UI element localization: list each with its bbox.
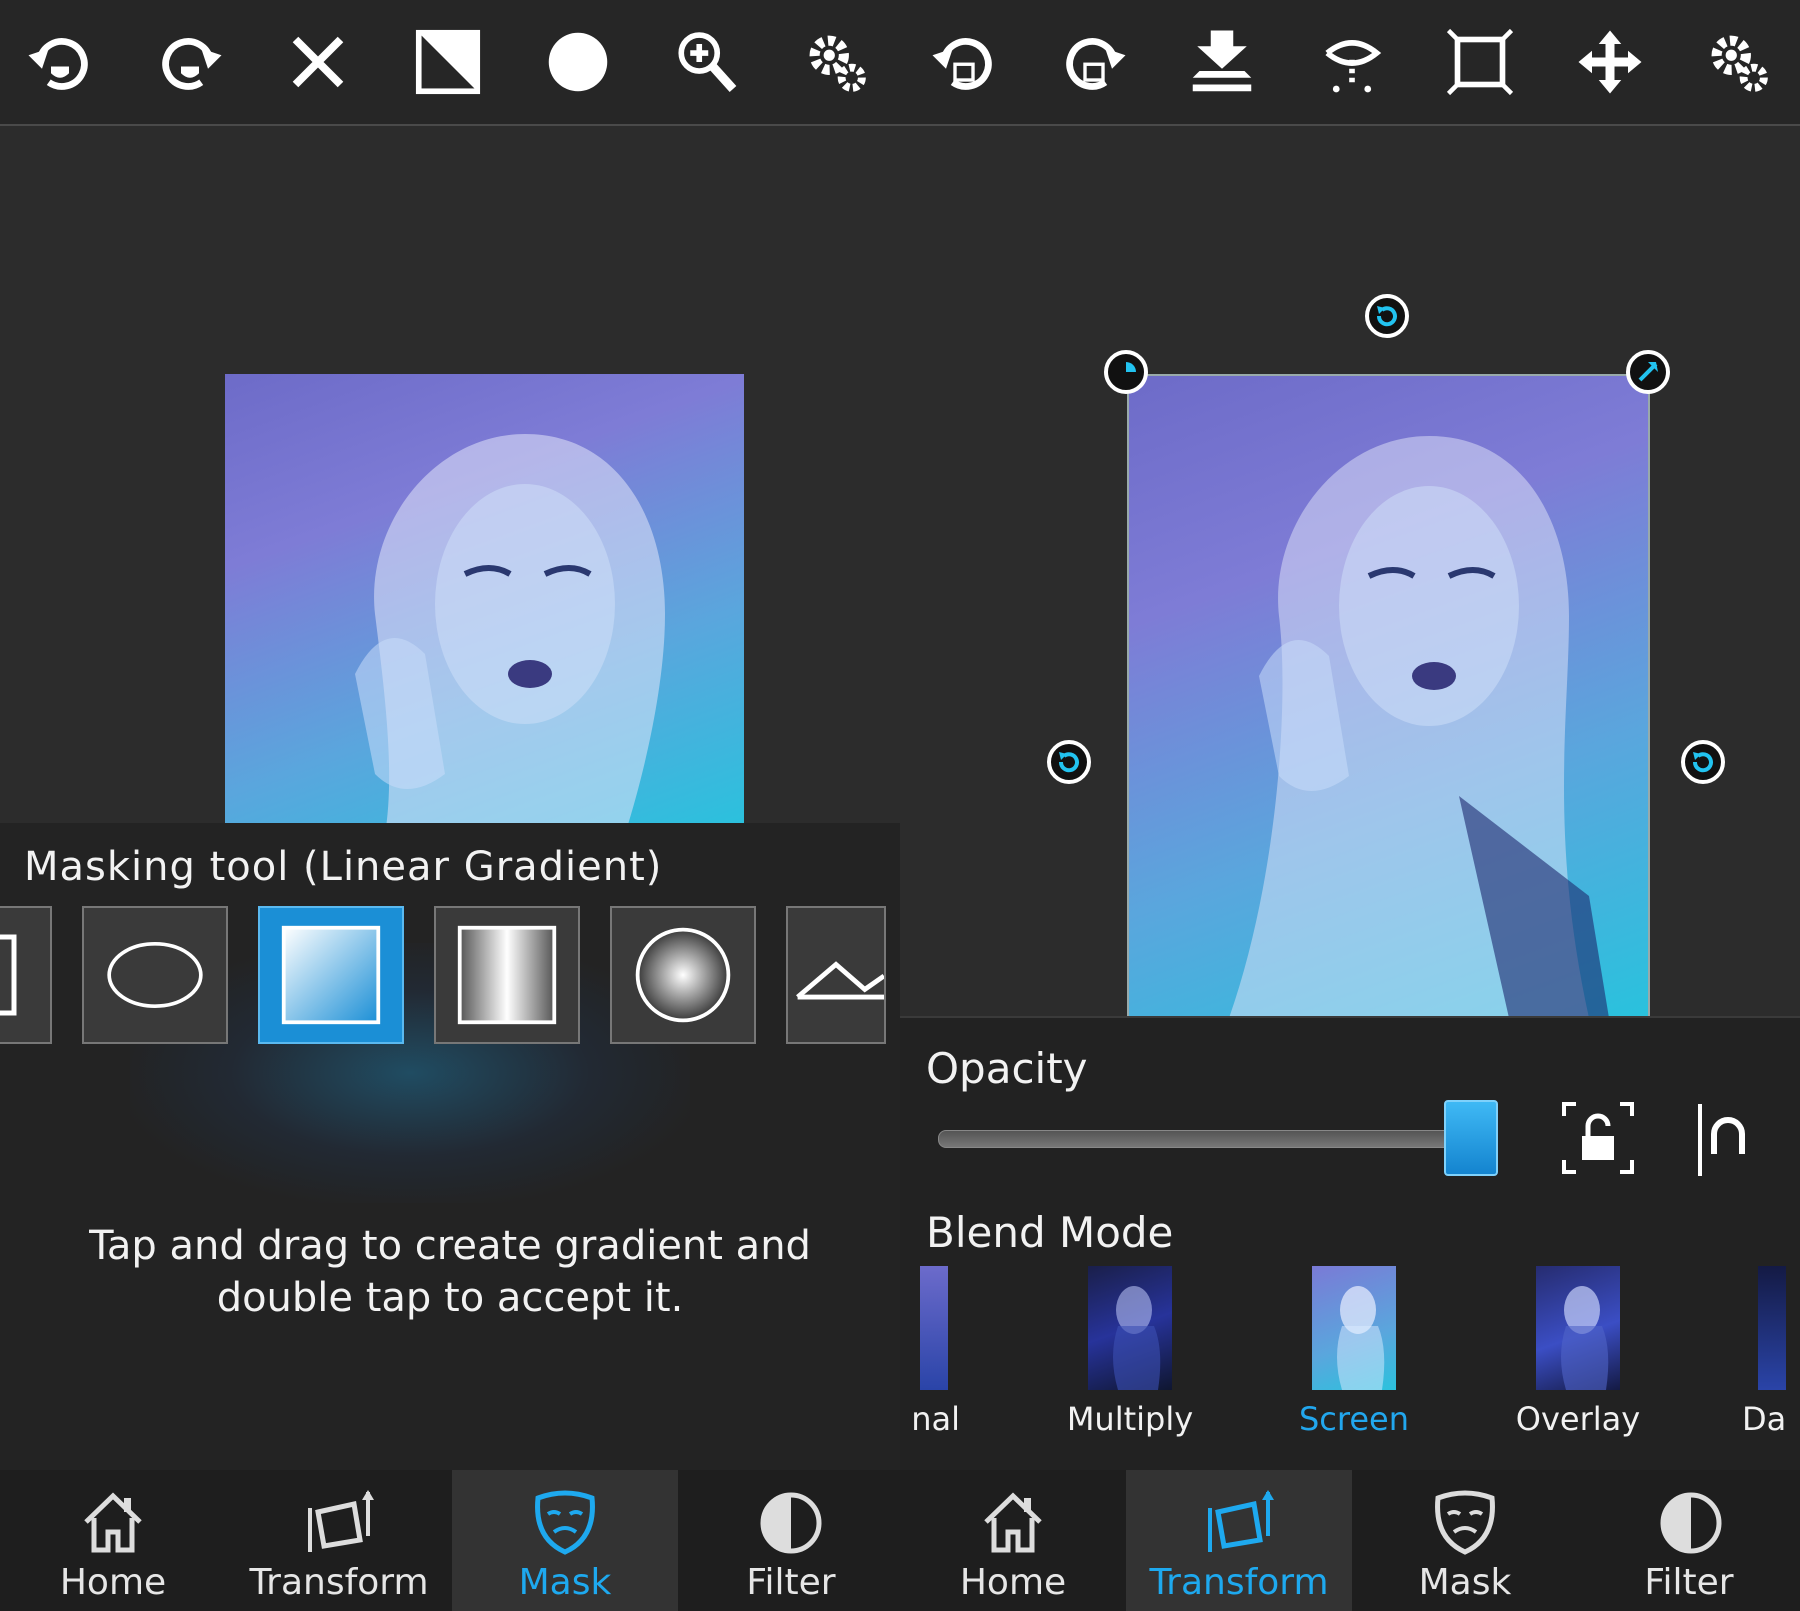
crop-frame-icon[interactable] (1436, 20, 1524, 104)
nav-label: Home (59, 1562, 167, 1603)
nav-transform-right[interactable]: Transform (1126, 1470, 1352, 1611)
nav-mask-left[interactable]: Mask (452, 1470, 678, 1611)
rotate-handle-right[interactable] (1681, 740, 1725, 784)
opacity-label: Opacity (926, 1044, 1088, 1093)
blend-thumb-overlay[interactable] (1536, 1266, 1620, 1390)
blend-name-normal[interactable]: nal (860, 1400, 960, 1438)
nav-filter-right[interactable]: Filter (1578, 1470, 1800, 1611)
undo-transform-icon[interactable] (920, 20, 1008, 104)
home-icon (84, 1492, 142, 1553)
mask-shape-mirrored-gradient[interactable] (434, 906, 580, 1044)
nav-home-right[interactable]: Home (900, 1470, 1126, 1611)
magnet-icon[interactable] (1694, 1104, 1750, 1176)
top-toolbar (0, 0, 1800, 126)
zoom-in-icon[interactable] (662, 20, 750, 104)
mask-shape-mountain[interactable] (786, 906, 886, 1044)
mask-shape-rectangle[interactable] (0, 906, 52, 1044)
opacity-slider-track[interactable] (938, 1130, 1480, 1148)
mask-shape-ellipse[interactable] (82, 906, 228, 1044)
nav-mask-right[interactable]: Mask (1352, 1470, 1578, 1611)
mask-shape-linear-gradient[interactable] (258, 906, 404, 1044)
redo-mask-icon[interactable] (146, 20, 234, 104)
opacity-slider-thumb[interactable] (1444, 1100, 1498, 1176)
filter-icon (760, 1492, 822, 1554)
blend-thumb-multiply[interactable] (1088, 1266, 1172, 1390)
blend-name-darken[interactable]: Da (1742, 1400, 1800, 1438)
nav-label: Filter (1644, 1562, 1734, 1603)
settings-icon[interactable] (792, 20, 880, 104)
blend-name-screen[interactable]: Screen (1274, 1400, 1434, 1438)
flatten-icon[interactable] (1178, 20, 1266, 104)
mask-hint-text: Tap and drag to create gradient and doub… (89, 1223, 811, 1321)
blend-thumb-darken[interactable] (1758, 1266, 1786, 1390)
lock-open-icon[interactable] (1560, 1100, 1636, 1176)
blend-mode-label: Blend Mode (926, 1208, 1174, 1257)
mask-icon (535, 1490, 595, 1555)
rotate-handle-top[interactable] (1365, 294, 1409, 338)
blend-name-overlay[interactable]: Overlay (1498, 1400, 1658, 1438)
move-icon[interactable] (1566, 20, 1654, 104)
time-handle-top-left[interactable] (1104, 350, 1148, 394)
invert-mask-icon[interactable] (404, 20, 492, 104)
scale-handle-top-right[interactable] (1626, 350, 1670, 394)
transform-icon (308, 1490, 374, 1552)
nav-label: Transform (249, 1562, 429, 1603)
nav-label: Home (959, 1562, 1067, 1603)
settings-icon[interactable] (1694, 20, 1782, 104)
filter-icon (1660, 1492, 1722, 1554)
blend-thumb-screen[interactable] (1312, 1266, 1396, 1390)
rotate-handle-left[interactable] (1047, 740, 1091, 784)
undo-mask-icon[interactable] (16, 20, 104, 104)
nav-label: Mask (518, 1562, 612, 1603)
masking-tool-title: Masking tool (Linear Gradient) (24, 844, 663, 890)
mask-shape-radial-gradient[interactable] (610, 906, 756, 1044)
blend-thumb-normal[interactable] (920, 1266, 948, 1390)
nav-home-left[interactable]: Home (0, 1470, 226, 1611)
home-icon (984, 1492, 1042, 1553)
layer-photo-right[interactable] (1127, 374, 1650, 1020)
brush-icon[interactable] (534, 20, 622, 104)
nav-transform-left[interactable]: Transform (226, 1470, 452, 1611)
transform-icon (1208, 1490, 1274, 1552)
layer-photo-left[interactable] (225, 374, 744, 834)
mask-icon (1435, 1490, 1495, 1555)
nav-filter-left[interactable]: Filter (678, 1470, 904, 1611)
nav-label: Transform (1149, 1562, 1329, 1603)
blend-name-multiply[interactable]: Multiply (1050, 1400, 1210, 1438)
warp-icon[interactable] (1308, 20, 1396, 104)
redo-transform-icon[interactable] (1050, 20, 1138, 104)
nav-label: Filter (746, 1562, 836, 1603)
close-icon[interactable] (274, 20, 362, 104)
nav-label: Mask (1418, 1562, 1512, 1603)
